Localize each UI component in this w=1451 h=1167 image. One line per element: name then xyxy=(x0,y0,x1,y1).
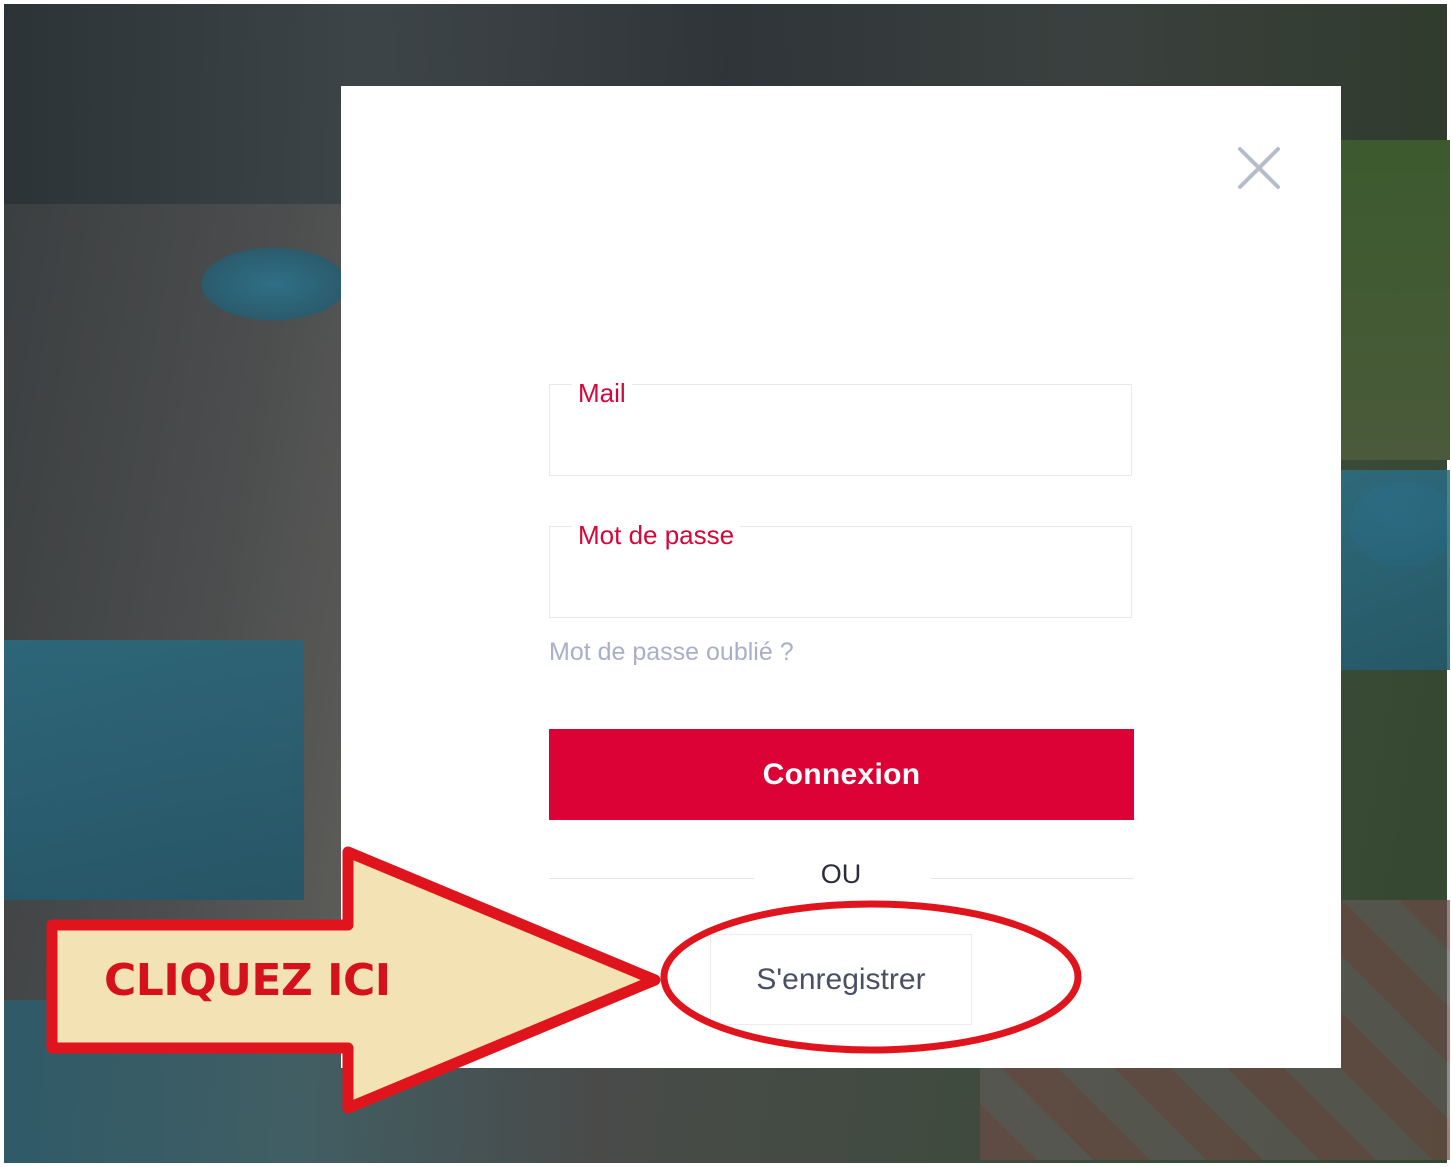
separator-line-left xyxy=(549,878,754,879)
forgot-password-link[interactable]: Mot de passe oublié ? xyxy=(549,638,794,667)
separator-text: OU xyxy=(820,859,862,889)
mail-label: Mail xyxy=(572,377,632,409)
password-field[interactable]: Mot de passe xyxy=(549,519,1132,618)
password-label: Mot de passe xyxy=(572,519,741,551)
login-button[interactable]: Connexion xyxy=(549,729,1134,820)
background-pool-right xyxy=(1340,470,1450,670)
annotation-label: CLIQUEZ ICI xyxy=(104,955,391,1006)
password-input[interactable] xyxy=(578,573,1111,601)
background-lawn xyxy=(1340,140,1450,460)
page: Mail Mot de passe Mot de passe oublié ? … xyxy=(0,0,1451,1167)
close-icon xyxy=(1238,147,1280,189)
login-modal: Mail Mot de passe Mot de passe oublié ? … xyxy=(341,86,1341,1068)
mail-input[interactable] xyxy=(578,431,1111,459)
separator-line-right xyxy=(931,878,1134,879)
mail-field[interactable]: Mail xyxy=(549,377,1132,476)
close-button[interactable] xyxy=(1235,144,1283,192)
background-pool-left xyxy=(4,640,304,900)
register-button[interactable]: S'enregistrer xyxy=(710,934,972,1025)
